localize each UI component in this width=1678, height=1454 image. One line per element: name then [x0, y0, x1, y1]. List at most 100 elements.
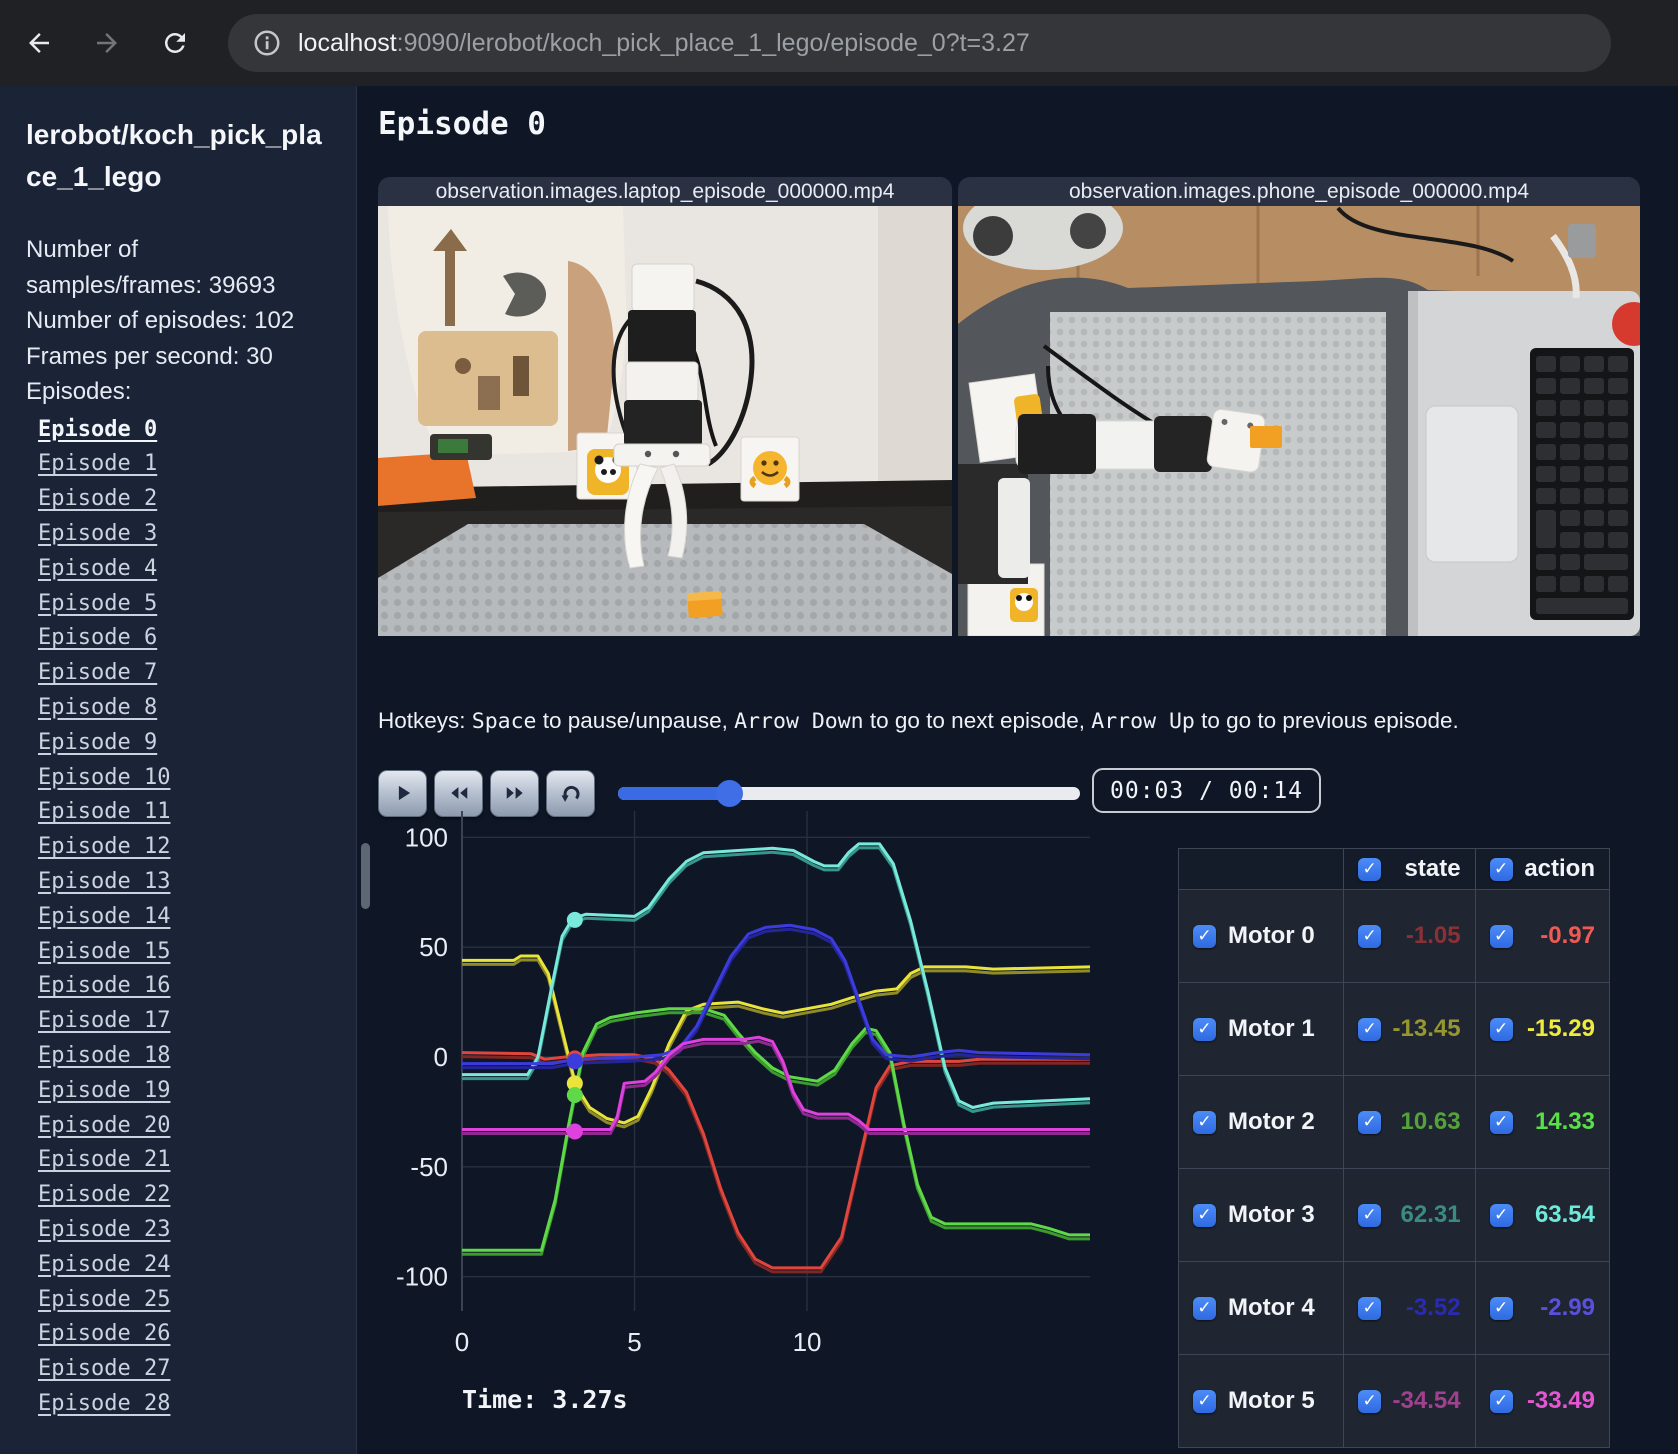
episode-link-0[interactable]: Episode 0: [38, 417, 157, 442]
episode-link-9[interactable]: Episode 9: [38, 730, 157, 755]
motor-label: Motor 2: [1228, 1108, 1315, 1135]
motor-5-checkbox[interactable]: [1193, 1389, 1216, 1413]
episode-list: Episode 0 Episode 1 Episode 2 Episode 3 …: [26, 414, 356, 1423]
episode-link-24[interactable]: Episode 24: [38, 1252, 170, 1277]
motor-label: Motor 5: [1228, 1387, 1315, 1414]
motor-0-state-value: -1.05: [1405, 922, 1461, 949]
episode-link-17[interactable]: Episode 17: [38, 1008, 170, 1033]
motor-1-state-checkbox[interactable]: [1358, 1017, 1382, 1041]
forward-arrow-icon: [97, 33, 117, 53]
episode-link-22[interactable]: Episode 22: [38, 1182, 170, 1207]
motor-5-state-value: -34.54: [1392, 1387, 1461, 1414]
episode-link-16[interactable]: Episode 16: [38, 973, 170, 998]
episode-link-10[interactable]: Episode 10: [38, 765, 170, 790]
motor-0-action-checkbox[interactable]: [1489, 924, 1513, 948]
episode-link-3[interactable]: Episode 3: [38, 521, 157, 546]
motor-2-action-checkbox[interactable]: [1489, 1110, 1513, 1134]
episode-link-1[interactable]: Episode 1: [38, 451, 157, 476]
time-display: 00:03 / 00:14: [1092, 768, 1322, 813]
episode-link-25[interactable]: Episode 25: [38, 1287, 170, 1312]
episode-link-20[interactable]: Episode 20: [38, 1113, 170, 1138]
hotkeys-help: Hotkeys: Space to pause/unpause, Arrow D…: [378, 708, 1459, 734]
svg-text:10: 10: [793, 1327, 822, 1357]
table-header-row: state action: [1177, 848, 1611, 890]
motor-4-state-value: -3.52: [1405, 1294, 1461, 1321]
episode-link-23[interactable]: Episode 23: [38, 1217, 170, 1242]
table-row-motor-2: Motor 2 10.63 14.33: [1177, 1075, 1611, 1169]
state-column-checkbox[interactable]: [1358, 857, 1382, 881]
sidebar: lerobot/koch_pick_place_1_lego Number of…: [0, 86, 357, 1454]
motor-label: Motor 0: [1228, 922, 1315, 949]
video-title-phone: observation.images.phone_episode_000000.…: [958, 177, 1640, 206]
url-text: localhost:9090/lerobot/koch_pick_place_1…: [298, 29, 1030, 58]
action-column-checkbox[interactable]: [1489, 857, 1513, 881]
motor-4-state-checkbox[interactable]: [1358, 1296, 1382, 1320]
dataset-title: lerobot/koch_pick_place_1_lego: [26, 119, 322, 192]
motor-0-checkbox[interactable]: [1193, 924, 1216, 948]
episode-link-19[interactable]: Episode 19: [38, 1078, 170, 1103]
page-info-icon[interactable]: [252, 28, 282, 58]
browser-refresh-button[interactable]: [152, 20, 198, 66]
browser-toolbar: localhost:9090/lerobot/koch_pick_place_1…: [0, 0, 1678, 86]
motor-5-action-value: -33.49: [1526, 1387, 1595, 1414]
episode-link-18[interactable]: Episode 18: [38, 1043, 170, 1068]
refresh-icon: [164, 32, 185, 53]
svg-text:0: 0: [455, 1327, 469, 1357]
motor-label: Motor 1: [1228, 1015, 1315, 1042]
current-time-label: Time: 3.27s: [462, 1385, 628, 1414]
hotkey-arrow-down: Arrow Down: [734, 709, 864, 734]
episode-link-21[interactable]: Episode 21: [38, 1147, 170, 1172]
episode-link-5[interactable]: Episode 5: [38, 591, 157, 616]
browser-back-button[interactable]: [16, 20, 62, 66]
episodes-count: Number of episodes: 102: [26, 307, 295, 335]
motor-1-action-value: -15.29: [1526, 1015, 1595, 1042]
episode-link-28[interactable]: Episode 28: [38, 1391, 170, 1416]
motor-2-action-value: 14.33: [1534, 1108, 1595, 1135]
episode-link-11[interactable]: Episode 11: [38, 799, 170, 824]
episode-link-4[interactable]: Episode 4: [38, 556, 157, 581]
motor-0-state-checkbox[interactable]: [1358, 924, 1382, 948]
motor-2-state-value: 10.63: [1400, 1108, 1461, 1135]
motor-5-action-checkbox[interactable]: [1489, 1389, 1513, 1413]
browser-forward-button[interactable]: [84, 20, 130, 66]
video-frame-laptop[interactable]: [378, 206, 952, 636]
episode-link-26[interactable]: Episode 26: [38, 1321, 170, 1346]
motor-3-action-checkbox[interactable]: [1489, 1203, 1513, 1227]
episode-link-27[interactable]: Episode 27: [38, 1356, 170, 1381]
motor-2-checkbox[interactable]: [1193, 1110, 1216, 1134]
motor-3-state-value: 62.31: [1400, 1201, 1461, 1228]
table-row-motor-5: Motor 5 -34.54 -33.49: [1177, 1354, 1611, 1448]
hotkey-arrow-up: Arrow Up: [1091, 709, 1195, 734]
motors-table: state action Motor 0 -1.05 -0.97 Motor 1…: [1177, 848, 1611, 1448]
motor-4-checkbox[interactable]: [1193, 1296, 1216, 1320]
motor-5-state-checkbox[interactable]: [1358, 1389, 1382, 1413]
episode-link-12[interactable]: Episode 12: [38, 834, 170, 859]
episode-link-8[interactable]: Episode 8: [38, 695, 157, 720]
motor-2-state-checkbox[interactable]: [1358, 1110, 1382, 1134]
episode-link-7[interactable]: Episode 7: [38, 660, 157, 685]
motor-trajectory-chart[interactable]: 100 50 0 -50 -100 0 5 10: [372, 795, 1098, 1370]
dataset-info: Number of samples/frames: 39693 Number o…: [26, 232, 316, 410]
video-frame-phone[interactable]: [958, 206, 1640, 636]
episode-link-2[interactable]: Episode 2: [38, 486, 157, 511]
motor-3-action-value: 63.54: [1534, 1201, 1595, 1228]
state-column-header: state: [1404, 855, 1461, 882]
page-title: Episode 0: [378, 106, 546, 142]
video-title-laptop: observation.images.laptop_episode_000000…: [378, 177, 952, 206]
episode-link-15[interactable]: Episode 15: [38, 939, 170, 964]
motor-1-checkbox[interactable]: [1193, 1017, 1216, 1041]
episode-link-13[interactable]: Episode 13: [38, 869, 170, 894]
fps-info: Frames per second: 30: [26, 342, 273, 370]
table-row-motor-1: Motor 1 -13.45 -15.29: [1177, 982, 1611, 1076]
table-row-motor-0: Motor 0 -1.05 -0.97: [1177, 889, 1611, 983]
motor-3-state-checkbox[interactable]: [1358, 1203, 1382, 1227]
episode-link-14[interactable]: Episode 14: [38, 904, 170, 929]
sidebar-scrollbar-thumb[interactable]: [361, 843, 370, 909]
table-row-motor-4: Motor 4 -3.52 -2.99: [1177, 1261, 1611, 1355]
motor-1-action-checkbox[interactable]: [1489, 1017, 1513, 1041]
episode-link-6[interactable]: Episode 6: [38, 625, 157, 650]
address-bar[interactable]: localhost:9090/lerobot/koch_pick_place_1…: [228, 14, 1611, 72]
motor-3-checkbox[interactable]: [1193, 1203, 1216, 1227]
motor-4-action-checkbox[interactable]: [1489, 1296, 1513, 1320]
back-arrow-icon: [29, 33, 49, 53]
